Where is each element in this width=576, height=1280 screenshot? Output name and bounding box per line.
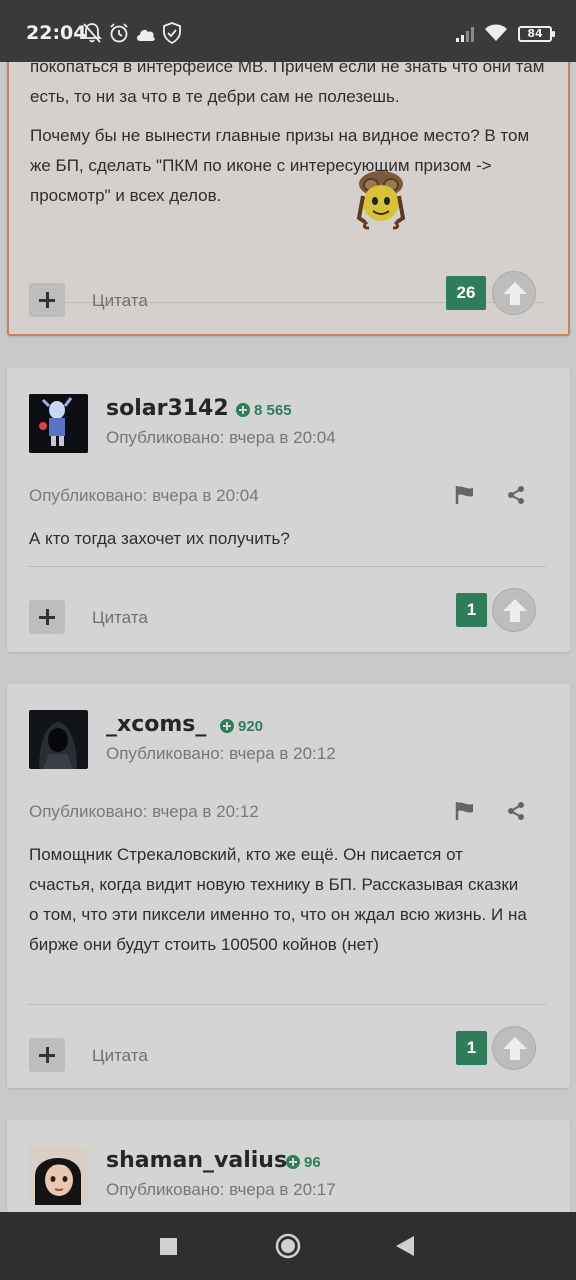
divider [28,566,546,567]
add-multiquote-button[interactable] [29,283,65,317]
flag-icon[interactable] [455,486,475,509]
post-paragraph-text: Почему бы не вынести главные призы на ви… [30,126,530,205]
post-paragraph: покопаться в интерфейсе МВ. Причем если … [30,62,545,106]
user-reputation: 96 [286,1154,321,1171]
battery-icon: 84 [518,26,555,42]
recents-square-icon[interactable] [160,1238,177,1260]
post-feed[interactable]: покопаться в интерфейсе МВ. Причем если … [0,62,576,1212]
plus-circle-icon [286,1155,300,1169]
add-multiquote-button[interactable] [29,600,65,634]
username[interactable]: _xcoms_ [106,712,206,737]
quote-button[interactable]: Цитата [92,291,148,311]
post-paragraph: Почему бы не вынести главные призы на ви… [30,121,550,211]
upvote-button[interactable] [492,588,536,632]
published-date: Опубликовано: вчера в 20:12 [106,744,336,763]
post-card: shaman_valius 96 Опубликовано: вчера в 2… [7,1120,570,1212]
arrow-up-icon [503,282,527,305]
user-reputation-value: 8 565 [254,402,292,419]
post-card: _xcoms_ 920 Опубликовано: вчера в 20:12 … [7,684,570,1088]
cloud-icon [135,26,157,47]
username[interactable]: shaman_valius [106,1148,287,1173]
published-date: Опубликовано: вчера в 20:04 [106,428,336,447]
alarm-icon [108,22,130,49]
back-triangle-icon[interactable] [396,1236,414,1261]
reputation-count: 26 [446,276,486,310]
upvote-button[interactable] [492,1026,536,1070]
shield-check-icon [162,22,182,49]
reputation-count: 1 [456,1031,487,1065]
quote-button[interactable]: Цитата [92,608,148,628]
share-icon[interactable] [507,485,525,510]
post-published-date: Опубликовано: вчера в 20:04 [29,486,259,505]
divider [28,1004,546,1005]
user-reputation-value: 920 [238,718,264,735]
avatar[interactable] [29,1146,88,1205]
post-published-date: Опубликовано: вчера в 20:12 [29,802,259,821]
avatar[interactable] [29,394,88,453]
username[interactable]: solar3142 [106,396,229,421]
published-date: Опубликовано: вчера в 20:17 [106,1180,336,1199]
bell-off-icon [81,22,103,49]
flag-icon[interactable] [455,802,475,825]
add-multiquote-button[interactable] [29,1038,65,1072]
post-body: А кто тогда захочет их получить? [29,529,290,548]
arrow-up-icon [503,599,527,622]
arrow-up-icon [503,1037,527,1060]
avatar[interactable] [29,710,88,769]
reputation-count: 1 [456,593,487,627]
wifi-icon [484,24,508,47]
plus-circle-icon [220,719,234,733]
aviator-smiley-emoji [349,170,413,237]
upvote-button[interactable] [492,271,536,315]
post-body: Помощник Стрекаловский, кто же ещё. Он п… [29,845,527,954]
status-bar: 22:04 84 [0,0,576,62]
plus-circle-icon [236,403,250,417]
navigation-bar [0,1212,576,1280]
signal-icon [455,26,477,47]
home-circle-icon[interactable] [275,1233,301,1264]
user-reputation: 8 565 [236,402,292,419]
user-reputation: 920 [220,718,263,735]
post-card: solar3142 8 565 Опубликовано: вчера в 20… [7,368,570,652]
quote-button[interactable]: Цитата [92,1046,148,1066]
status-time: 22:04 [26,22,87,44]
user-reputation-value: 96 [304,1154,321,1171]
share-icon[interactable] [507,801,525,826]
post-body: покопаться в интерфейсе МВ. Причем если … [30,62,550,211]
